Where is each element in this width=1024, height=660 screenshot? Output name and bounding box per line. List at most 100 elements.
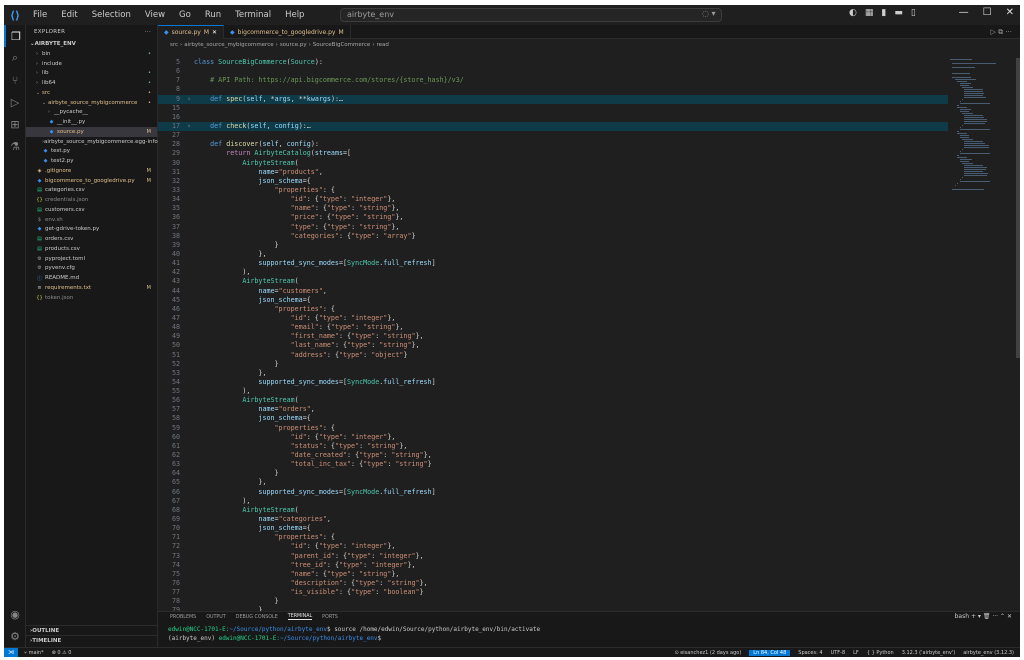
tree-item[interactable]: ⚙ pyproject.toml [26,254,157,264]
tree-item[interactable]: {} credentials.json [26,195,157,205]
code-line[interactable]: 40 }, [158,250,948,259]
status-item[interactable]: LF [853,650,859,656]
code-line[interactable]: 55 ), [158,387,948,396]
code-line[interactable]: 70 json_schema={ [158,524,948,533]
code-line[interactable]: 56 AirbyteStream( [158,396,948,405]
toggle-sidebar-icon[interactable]: ▮ [881,8,886,18]
menu-item-terminal[interactable]: Terminal [228,5,278,25]
code-line[interactable]: 69 name="categories", [158,515,948,524]
status-item[interactable]: Spaces: 4 [798,650,822,656]
code-editor[interactable]: 5 class SourceBigCommerce(Source): 6 7 # AP… [158,58,948,657]
fold-chevron-icon[interactable]: › [184,122,194,131]
problems-indicator[interactable]: ⊗ 0 ⚠ 0 [52,650,72,656]
code-line[interactable]: 8 [158,85,948,94]
maximize-icon[interactable]: ☐ [983,7,992,18]
kill-terminal-icon[interactable]: 🗑 [983,613,991,620]
code-line[interactable]: 53 }, [158,369,948,378]
code-line[interactable]: 29 return AirbyteCatalog(streams=[ [158,149,948,158]
customize-layout-icon[interactable]: ▦ [865,8,874,18]
minimap[interactable] [950,58,1010,190]
tree-item[interactable]: ◆ bigcommerce_to_googledrive.py M [26,176,157,186]
tree-item[interactable]: ▤ products.csv [26,244,157,254]
more-icon[interactable]: ··· [1005,28,1012,36]
code-line[interactable]: 78 } [158,597,948,606]
code-line[interactable]: 38 "categories": {"type": "array"} [158,232,948,241]
fold-chevron-icon[interactable]: › [184,95,194,104]
tab-source-py[interactable]: ◆ source.py M ✕ [158,25,225,39]
status-item[interactable]: 3.12.3 ('airbyte_env') [902,650,956,656]
tree-item[interactable]: ▤ categories.csv [26,186,157,196]
code-line[interactable]: 36 "price": {"type": "string"}, [158,213,948,222]
extensions-icon[interactable]: ⊞ [4,113,26,135]
code-line[interactable]: 9 › def spec(self, *args, **kwargs):… [158,94,948,104]
code-line[interactable]: 33 "properties": { [158,186,948,195]
tree-item[interactable]: ⚙ pyvenv.cfg [26,264,157,274]
code-line[interactable]: 47 "id": {"type": "integer"}, [158,314,948,323]
breadcrumb-item[interactable]: source.py [280,42,307,48]
maximize-panel-icon[interactable]: ⌃ [1000,613,1005,620]
code-line[interactable]: 17 › def check(self, config):… [158,121,948,132]
menu-item-selection[interactable]: Selection [85,5,138,25]
breadcrumb-item[interactable]: airbyte_source_mybigcommerce [184,42,273,48]
accounts-icon[interactable]: ◐ [849,8,857,18]
code-line[interactable]: 72 "id": {"type": "integer"}, [158,542,948,551]
code-line[interactable]: 54 supported_sync_modes=[SyncMode.full_r… [158,378,948,387]
code-line[interactable]: 48 "email": {"type": "string"}, [158,323,948,332]
code-line[interactable]: 62 "date_created": {"type": "string"}, [158,451,948,460]
code-line[interactable]: 42 ), [158,268,948,277]
code-line[interactable]: 61 "status": {"type": "string"}, [158,442,948,451]
code-line[interactable]: 31 name="products", [158,168,948,177]
minimize-icon[interactable]: — [959,7,969,18]
tree-item[interactable]: ⌄ src • [26,88,157,98]
run-debug-icon[interactable]: ▷ [4,91,26,113]
code-line[interactable]: 45 json_schema={ [158,296,948,305]
tree-item[interactable]: ◆ __init__.py [26,117,157,127]
code-line[interactable]: 41 supported_sync_modes=[SyncMode.full_r… [158,259,948,268]
code-line[interactable]: 76 "description": {"type": "string"}, [158,579,948,588]
tab-bigcommerce-to-googledrive-py[interactable]: ◆ bigcommerce_to_googledrive.py M [224,25,351,39]
tree-item[interactable]: ◆ source.py M [26,127,157,137]
status-item[interactable]: UTF-8 [831,650,846,656]
code-line[interactable]: 59 "properties": { [158,424,948,433]
panel-tab-problems[interactable]: PROBLEMS [170,615,196,620]
toggle-secondary-sidebar-icon[interactable]: ▯ [911,8,916,18]
tree-item[interactable]: ⓘ README.md [26,273,157,283]
tree-item[interactable]: ◆ get-gdrive-token.py [26,225,157,235]
code-line[interactable]: 43 AirbyteStream( [158,277,948,286]
menu-item-edit[interactable]: Edit [54,5,84,25]
terminal-profile[interactable]: bash [955,613,969,620]
panel-tab-output[interactable]: OUTPUT [206,615,226,620]
split-editor-icon[interactable]: ⧉ [998,28,1003,36]
code-line[interactable]: 52 } [158,360,948,369]
tree-item[interactable]: ▤ customers.csv [26,205,157,215]
code-line[interactable]: 66 supported_sync_modes=[SyncMode.full_r… [158,488,948,497]
breadcrumb-item[interactable]: src [170,42,178,48]
code-line[interactable]: 32 json_schema={ [158,177,948,186]
code-line[interactable]: 63 "total_inc_tax": {"type": "string"} [158,460,948,469]
code-line[interactable]: 39 } [158,241,948,250]
tree-item[interactable]: ≡ requirements.txt M [26,283,157,293]
tree-item[interactable]: › include [26,59,157,69]
code-line[interactable]: 64 } [158,469,948,478]
tree-item[interactable]: › __pycache__ [26,108,157,118]
command-center[interactable]: airbyte_env [340,8,722,22]
tree-item[interactable]: ◆ test.py [26,147,157,157]
code-line[interactable]: 75 "name": {"type": "string"}, [158,570,948,579]
code-line[interactable]: 7 # API Path: https://api.bigcommerce.co… [158,76,948,85]
code-line[interactable]: 71 "properties": { [158,533,948,542]
code-line[interactable]: 77 "is_visible": {"type": "boolean"} [158,588,948,597]
tree-item[interactable]: ◈ .gitignore M [26,166,157,176]
menu-item-help[interactable]: Help [278,5,311,25]
tree-item[interactable]: ◆ test2.py [26,156,157,166]
code-line[interactable]: 58 json_schema={ [158,414,948,423]
panel-more-icon[interactable]: ··· [992,613,998,620]
code-line[interactable]: 74 "tree_id": {"type": "integer"}, [158,561,948,570]
timeline-section[interactable]: › TIMELINE [26,635,158,645]
status-item[interactable]: { } Python [867,650,894,656]
tree-item[interactable]: › bin • [26,49,157,59]
panel-tab-ports[interactable]: PORTS [322,615,338,620]
menu-item-go[interactable]: Go [172,5,198,25]
search-icon[interactable]: ⌕ [4,47,26,69]
code-line[interactable]: 5 class SourceBigCommerce(Source): [158,58,948,67]
menu-item-view[interactable]: View [138,5,172,25]
